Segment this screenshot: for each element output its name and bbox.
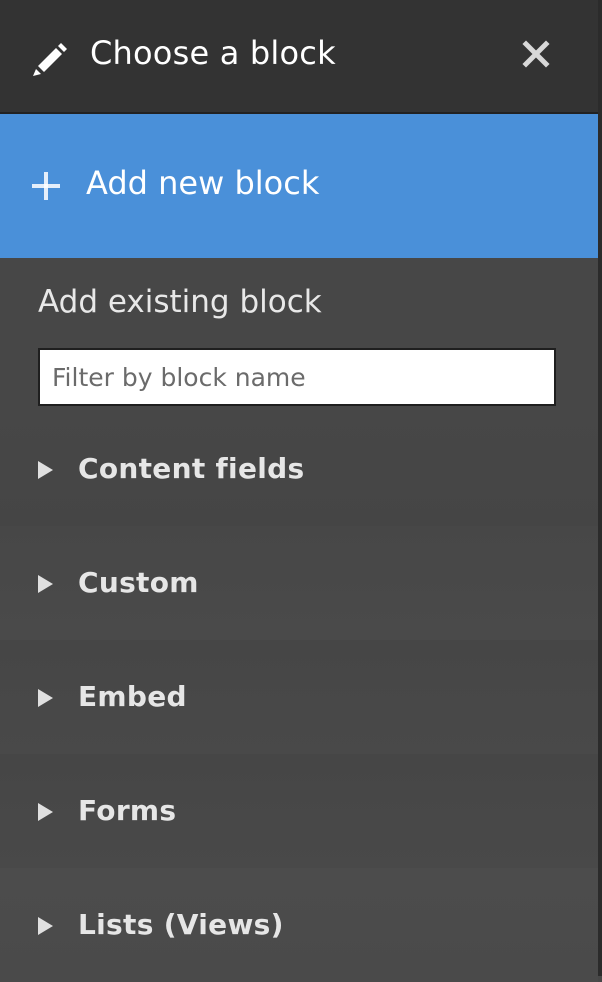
filter-block-input[interactable] bbox=[38, 348, 556, 406]
category-lists-views[interactable]: Lists (Views) bbox=[0, 868, 598, 982]
close-icon[interactable] bbox=[520, 38, 552, 70]
category-label: Custom bbox=[78, 566, 199, 599]
triangle-right-icon bbox=[38, 689, 53, 707]
triangle-right-icon bbox=[38, 917, 53, 935]
category-forms[interactable]: Forms bbox=[0, 754, 598, 868]
pencil-icon bbox=[33, 43, 67, 76]
category-label: Forms bbox=[78, 794, 177, 827]
add-existing-section: Add existing block bbox=[0, 258, 598, 422]
category-content-fields[interactable]: Content fields bbox=[0, 412, 598, 526]
category-custom[interactable]: Custom bbox=[0, 526, 598, 640]
panel-title: Choose a block bbox=[90, 34, 336, 72]
plus-icon bbox=[32, 172, 60, 200]
triangle-right-icon bbox=[38, 461, 53, 479]
choose-block-panel: Choose a block Add new block Add existin… bbox=[0, 0, 602, 982]
category-list: Content fields Custom Embed Forms Lists … bbox=[0, 412, 598, 982]
category-embed[interactable]: Embed bbox=[0, 640, 598, 754]
category-label: Lists (Views) bbox=[78, 908, 284, 941]
category-label: Content fields bbox=[78, 452, 305, 485]
add-existing-heading: Add existing block bbox=[38, 284, 322, 320]
add-new-block-label: Add new block bbox=[86, 164, 320, 202]
triangle-right-icon bbox=[38, 575, 53, 593]
category-label: Embed bbox=[78, 680, 187, 713]
panel-header: Choose a block bbox=[0, 0, 598, 114]
add-new-block-button[interactable]: Add new block bbox=[0, 114, 598, 258]
triangle-right-icon bbox=[38, 803, 53, 821]
